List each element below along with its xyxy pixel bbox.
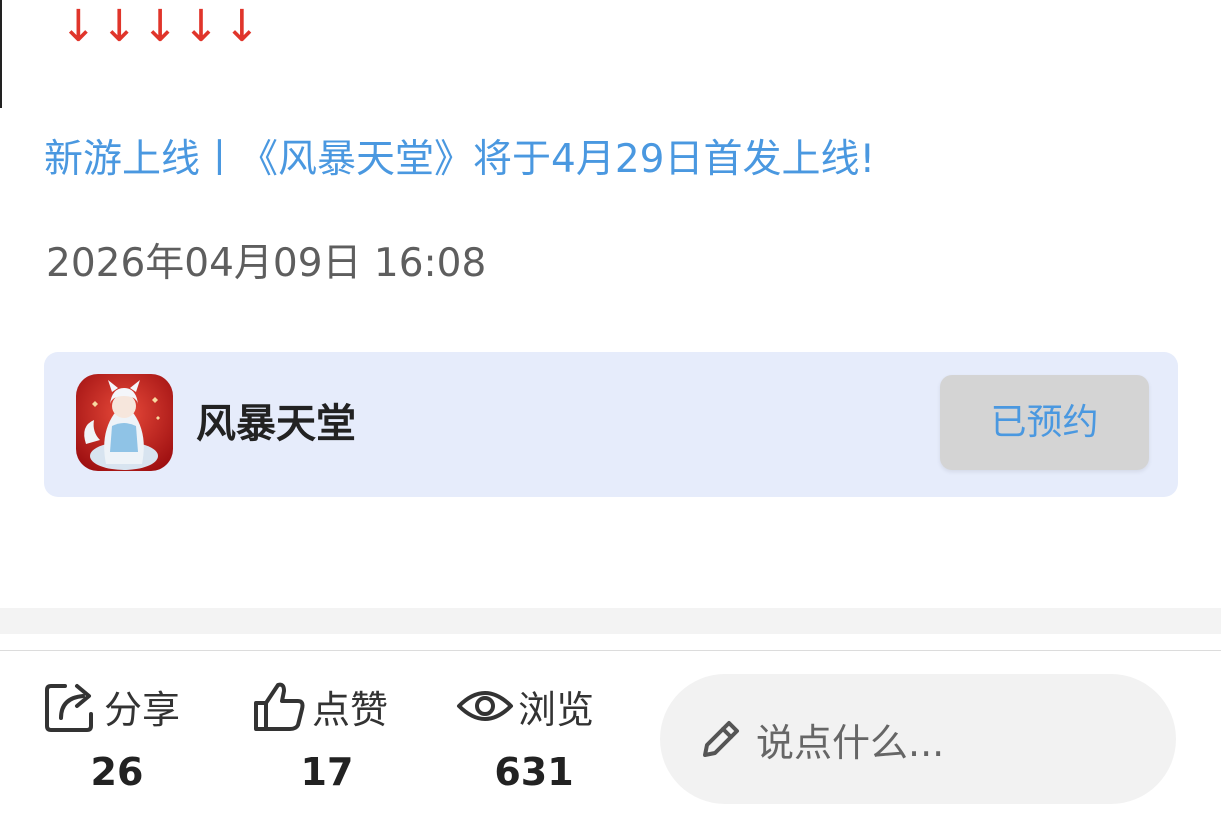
share-action[interactable]: 分享 26	[42, 676, 192, 796]
share-label: 分享	[104, 687, 181, 732]
like-count: 17	[300, 750, 354, 794]
article-headline-link[interactable]: 新游上线丨《风暴天堂》将于4月29日首发上线!	[44, 132, 875, 188]
like-label: 点赞	[312, 687, 389, 732]
section-separator	[0, 608, 1221, 634]
pencil-icon	[696, 714, 746, 764]
game-name: 风暴天堂	[196, 401, 356, 447]
view-count: 631	[494, 750, 574, 794]
share-icon	[42, 677, 100, 735]
reserved-button[interactable]: 已预约	[940, 375, 1149, 470]
view-label: 浏览	[518, 687, 595, 732]
like-action[interactable]: 点赞 17	[250, 676, 404, 796]
game-card[interactable]: 风暴天堂 已预约	[44, 352, 1178, 497]
view-action: 浏览 631	[456, 676, 612, 796]
down-arrows-decoration: ↓↓↓↓↓	[60, 1, 265, 52]
eye-icon	[456, 677, 514, 735]
toolbar-divider	[0, 650, 1221, 651]
game-app-icon[interactable]	[76, 374, 173, 471]
thumbs-up-icon	[250, 677, 308, 735]
share-count: 26	[90, 750, 144, 794]
comment-placeholder: 说点什么...	[756, 720, 945, 765]
article-page: ↓↓↓↓↓ 新游上线丨《风暴天堂》将于4月29日首发上线! 2026年04月09…	[0, 0, 1221, 814]
left-edge-divider	[0, 0, 2, 108]
article-datetime: 2026年04月09日 16:08	[46, 241, 487, 286]
comment-input[interactable]: 说点什么...	[660, 674, 1176, 804]
